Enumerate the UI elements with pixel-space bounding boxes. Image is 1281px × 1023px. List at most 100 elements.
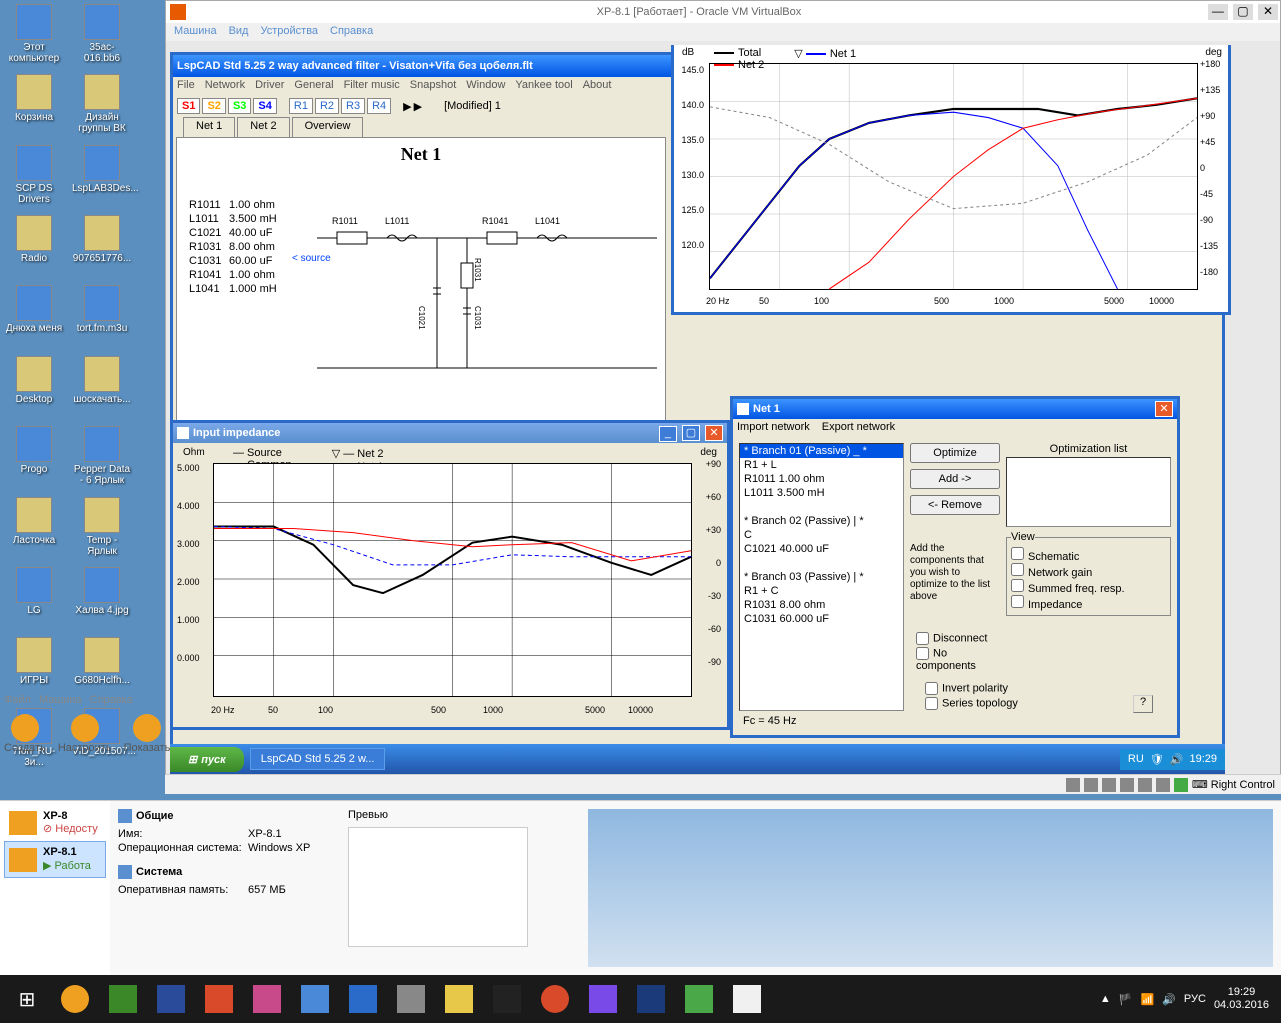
invert-polarity-checkbox[interactable] [925, 682, 938, 695]
branch-row[interactable]: * Branch 01 (Passive) _ * [740, 444, 903, 458]
disconnect-checkbox[interactable] [916, 632, 929, 645]
taskbar-app[interactable] [340, 979, 386, 1019]
desktop-icon[interactable]: Progo [4, 426, 64, 486]
view-checkbox-row[interactable]: Summed freq. resp. [1011, 579, 1166, 595]
desktop-icon[interactable]: ИГРЫ [4, 637, 64, 697]
taskbar-app[interactable] [196, 979, 242, 1019]
taskbar-app[interactable] [724, 979, 770, 1019]
lspcad-menu-item[interactable]: Snapshot [410, 79, 456, 91]
xp-clock[interactable]: 19:29 [1189, 753, 1217, 765]
xp-taskbar-task[interactable]: LspCAD Std 5.25 2 w... [250, 748, 386, 770]
close-button[interactable]: ✕ [705, 425, 723, 441]
branch-row[interactable]: * Branch 03 (Passive) | * [740, 570, 903, 584]
vbox-menu-item[interactable]: Машина [174, 25, 217, 37]
minimize-button[interactable]: _ [659, 426, 677, 442]
vbox-toolbar-button[interactable]: Настроить [58, 714, 112, 754]
taskbar-app[interactable] [52, 979, 98, 1019]
close-button[interactable]: ✕ [1258, 4, 1278, 20]
branch-row[interactable]: R1011 1.00 ohm [740, 472, 903, 486]
vbox-menu-item[interactable]: Устройства [260, 25, 318, 37]
vbox-cd-icon[interactable] [1084, 778, 1098, 792]
win8-language[interactable]: РУС [1184, 993, 1206, 1005]
reference-button[interactable]: R1 [289, 98, 313, 114]
vbox-menu-item[interactable]: Вид [229, 25, 249, 37]
lspcad-menu-item[interactable]: File [177, 79, 195, 91]
scenario-button[interactable]: S3 [228, 98, 251, 114]
vbox-hd-icon[interactable] [1066, 778, 1080, 792]
branch-row[interactable]: C1021 40.000 uF [740, 542, 903, 556]
lspcad-menu-item[interactable]: Driver [255, 79, 284, 91]
branch-row[interactable] [740, 500, 903, 514]
tray-icon[interactable]: ▲ [1100, 993, 1111, 1005]
minimize-button[interactable]: — [1208, 4, 1228, 20]
taskbar-app[interactable] [628, 979, 674, 1019]
tool-icon[interactable]: ▶ [414, 100, 422, 113]
tray-icon[interactable]: 📶 [1141, 993, 1155, 1006]
optimization-list[interactable] [1006, 457, 1171, 527]
desktop-icon[interactable]: Desktop [4, 356, 64, 416]
desktop-icon[interactable]: Дизайн группы ВК [72, 74, 132, 134]
lspcad-menu-item[interactable]: Filter music [344, 79, 400, 91]
vbox-manager-menu-item[interactable]: Файл [4, 694, 31, 706]
vbox-manager-menu-item[interactable]: Справка [90, 694, 133, 706]
tray-icon[interactable]: 🛡 [1150, 753, 1164, 766]
add-button[interactable]: Add -> [910, 469, 1000, 489]
taskbar-app[interactable] [244, 979, 290, 1019]
vbox-shared-icon[interactable] [1138, 778, 1152, 792]
reference-button[interactable]: R2 [315, 98, 339, 114]
branch-row[interactable]: C1031 60.000 uF [740, 612, 903, 626]
tool-icon[interactable]: ▶ [403, 100, 411, 113]
scenario-button[interactable]: S1 [177, 98, 200, 114]
vm-list-item[interactable]: XP-8.1▶ Работа [4, 841, 106, 877]
vbox-display-icon[interactable] [1156, 778, 1170, 792]
taskbar-app[interactable] [580, 979, 626, 1019]
view-checkbox-row[interactable]: Impedance [1011, 595, 1166, 611]
desktop-icon[interactable]: Халва 4.jpg [72, 567, 132, 627]
maximize-button[interactable]: ▢ [682, 425, 700, 441]
schematic-tab[interactable]: Overview [292, 117, 364, 137]
vm-list-item[interactable]: XP-8⊘ Недосту [4, 805, 106, 841]
vbox-menu-item[interactable]: Справка [330, 25, 373, 37]
remove-button[interactable]: <- Remove [910, 495, 1000, 515]
desktop-icon[interactable]: LG [4, 567, 64, 627]
close-button[interactable]: ✕ [1155, 401, 1173, 417]
desktop-icon[interactable]: Pepper Data - 6 Ярлык [72, 426, 132, 486]
schematic-tab[interactable]: Net 1 [183, 117, 235, 137]
net-menu-item[interactable]: Export network [822, 421, 895, 433]
desktop-icon[interactable]: G680Hclfh... [72, 637, 132, 697]
desktop-icon[interactable]: SCP DS Drivers [4, 145, 64, 205]
desktop-icon[interactable]: 35ac-016.bb6 [72, 4, 132, 64]
taskbar-app[interactable] [388, 979, 434, 1019]
desktop-icon[interactable]: Temp - Ярлык [72, 497, 132, 557]
tray-icon[interactable]: 🔊 [1162, 993, 1176, 1006]
taskbar-app[interactable] [100, 979, 146, 1019]
branch-row[interactable]: L1011 3.500 mH [740, 486, 903, 500]
lspcad-menu-item[interactable]: About [583, 79, 612, 91]
view-checkbox-row[interactable]: Schematic [1011, 547, 1166, 563]
view-checkbox-row[interactable]: Network gain [1011, 563, 1166, 579]
xp-language-indicator[interactable]: RU [1128, 753, 1144, 765]
desktop-icon[interactable]: шоскачать... [72, 356, 132, 416]
series-topology-checkbox[interactable] [925, 697, 938, 710]
nocomponents-checkbox[interactable] [916, 647, 929, 660]
lspcad-menu-item[interactable]: General [294, 79, 333, 91]
branch-list[interactable]: * Branch 01 (Passive) _ * R1 + L R1011 1… [739, 443, 904, 711]
taskbar-app[interactable] [532, 979, 578, 1019]
taskbar-app[interactable] [436, 979, 482, 1019]
lspcad-menu-item[interactable]: Window [466, 79, 505, 91]
reference-button[interactable]: R3 [341, 98, 365, 114]
desktop-icon[interactable]: tort.fm.m3u [72, 285, 132, 345]
desktop-icon[interactable]: 907651776... [72, 215, 132, 275]
reference-button[interactable]: R4 [367, 98, 391, 114]
win8-clock[interactable]: 19:2904.03.2016 [1214, 986, 1269, 1012]
tray-icon[interactable]: 🏴 [1119, 993, 1133, 1006]
tray-icon[interactable]: 🔊 [1170, 753, 1184, 766]
scenario-button[interactable]: S4 [253, 98, 276, 114]
maximize-button[interactable]: ▢ [1233, 4, 1253, 20]
lspcad-menu-item[interactable]: Yankee tool [515, 79, 572, 91]
xp-start-button[interactable]: ⊞пуск [170, 747, 244, 772]
branch-row[interactable]: R1 + C [740, 584, 903, 598]
net-menu-item[interactable]: Import network [737, 421, 810, 433]
branch-row[interactable] [740, 556, 903, 570]
lspcad-menu-item[interactable]: Network [205, 79, 245, 91]
